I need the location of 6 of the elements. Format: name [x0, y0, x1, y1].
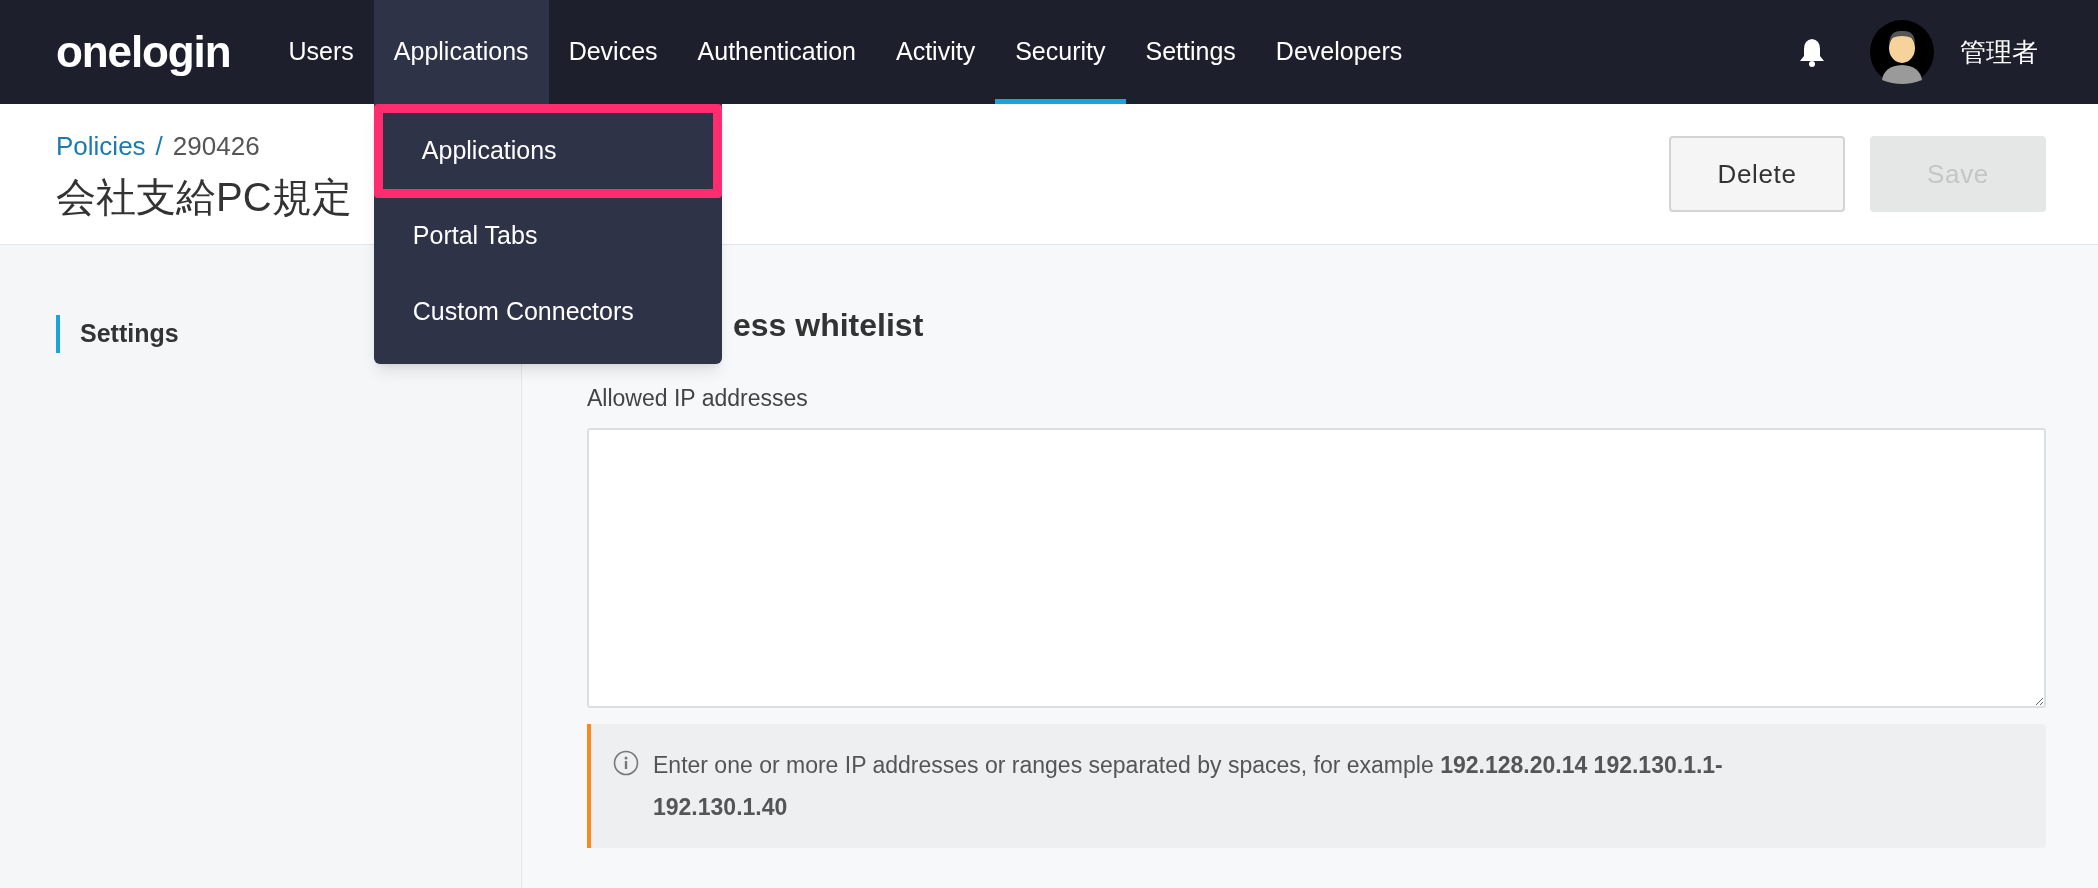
field-label: Allowed IP addresses — [587, 384, 809, 413]
page-title: 会社支給PC規定 — [56, 173, 352, 221]
breadcrumb-separator: / — [155, 129, 163, 163]
info-text: Enter one or more IP addresses or ranges separated by spaces, for example 192.128.20.14 192.130.1.1-192.130.1.40 — [653, 750, 1724, 822]
breadcrumb-current: 290426 — [172, 129, 260, 163]
section-heading: ess whitelist — [733, 306, 925, 345]
